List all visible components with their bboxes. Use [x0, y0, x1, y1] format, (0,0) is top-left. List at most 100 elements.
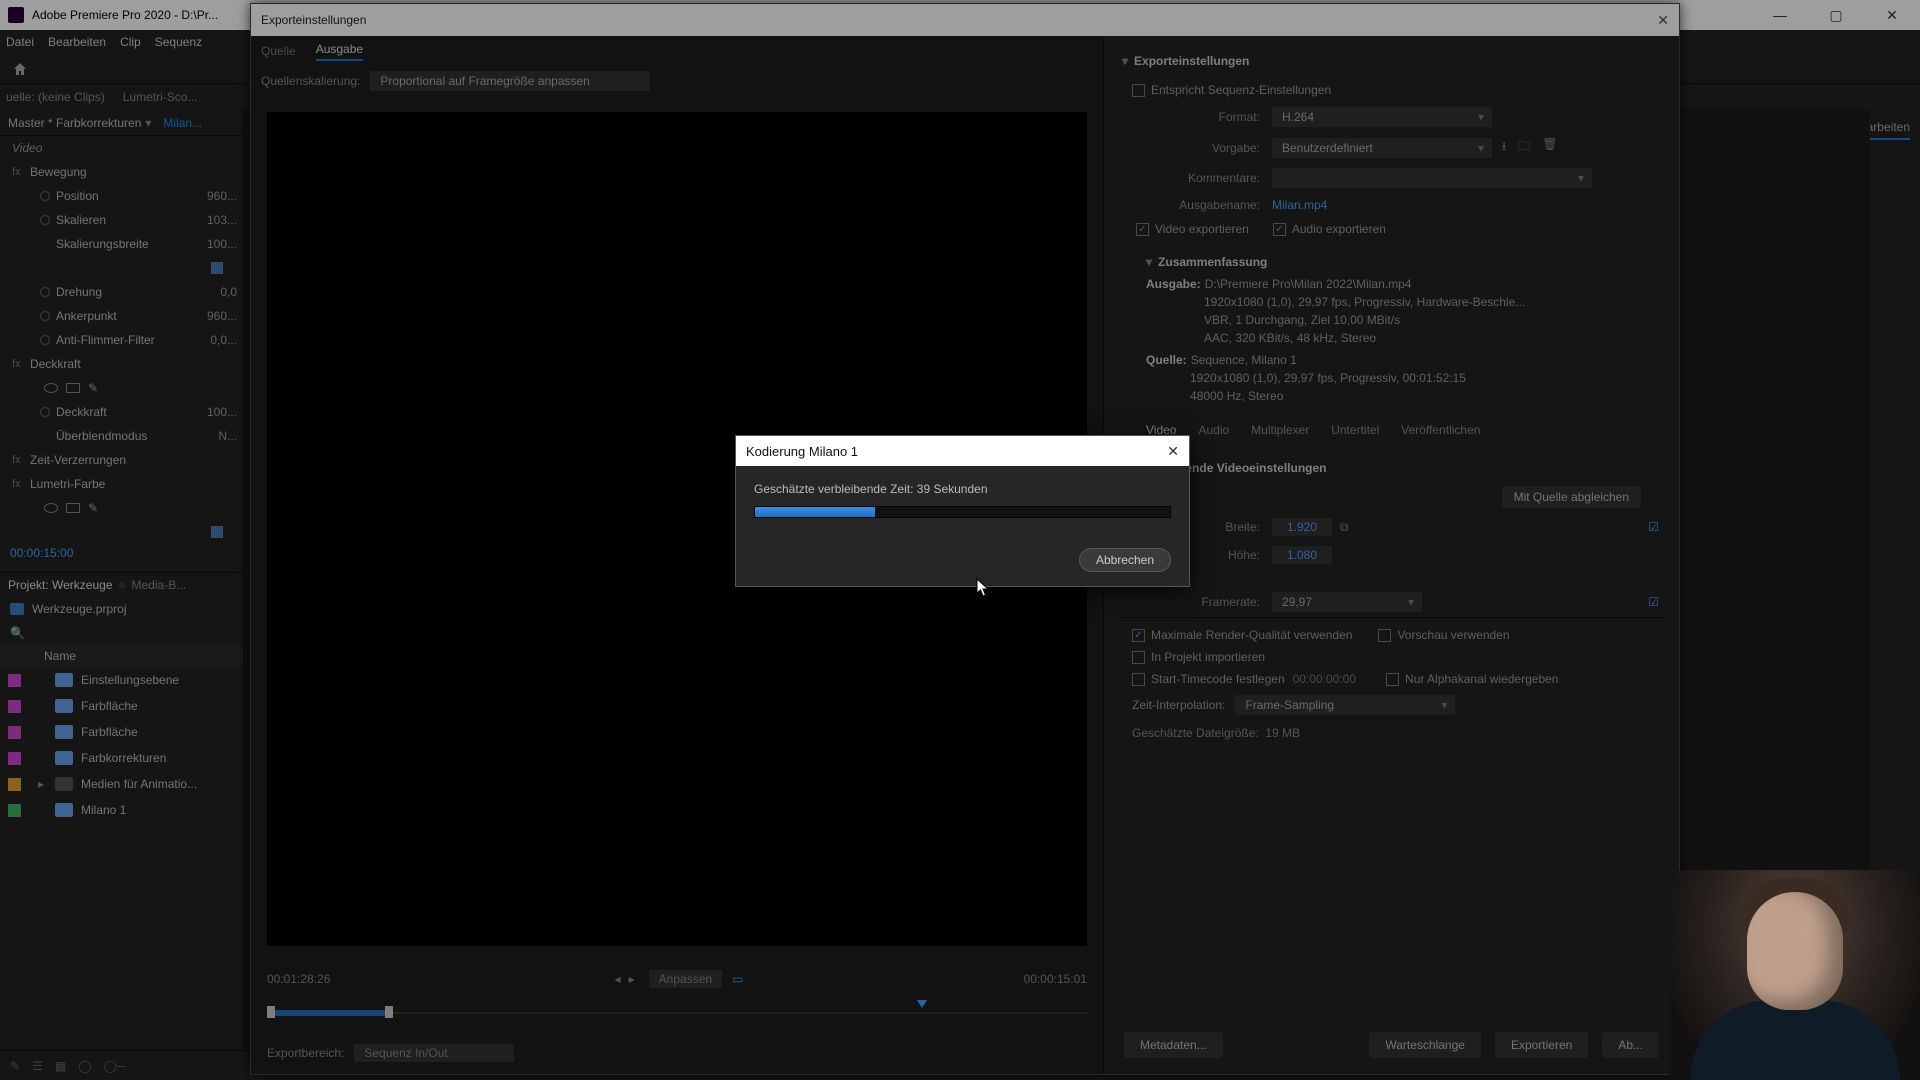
- keyframe-toggle-icon[interactable]: [40, 335, 50, 345]
- ec-rotation[interactable]: Drehung0,0: [0, 280, 243, 304]
- ec-uniform-scale[interactable]: [0, 256, 243, 280]
- project-item[interactable]: Farbfläche: [0, 693, 243, 719]
- tab-source[interactable]: uelle: (keine Clips): [6, 90, 105, 104]
- rect-mask-icon[interactable]: [66, 503, 80, 513]
- twirl-icon[interactable]: ▸: [35, 777, 47, 791]
- ec-lumetri[interactable]: fxLumetri-Farbe: [0, 472, 243, 496]
- tab-audio[interactable]: Audio: [1198, 423, 1229, 443]
- project-item[interactable]: Farbkorrekturen: [0, 745, 243, 771]
- starttc-check[interactable]: [1132, 673, 1145, 686]
- checkbox-icon[interactable]: [211, 526, 223, 538]
- ec-timecode[interactable]: 00:00:15:00: [10, 546, 73, 560]
- home-button[interactable]: [8, 57, 32, 81]
- pen-mask-icon[interactable]: ✎: [88, 381, 98, 395]
- ec-position[interactable]: Position960...: [0, 184, 243, 208]
- keyframe-toggle-icon[interactable]: [40, 191, 50, 201]
- close-icon[interactable]: ✕: [1167, 443, 1179, 460]
- menu-edit[interactable]: Bearbeiten: [48, 35, 106, 49]
- preview-check[interactable]: [1378, 629, 1391, 642]
- pen-mask-icon[interactable]: ✎: [88, 501, 98, 515]
- comments-input[interactable]: [1272, 168, 1592, 188]
- keyframe-toggle-icon[interactable]: [40, 407, 50, 417]
- tab-multiplexer[interactable]: Multiplexer: [1251, 423, 1309, 443]
- playhead-icon[interactable]: [917, 1000, 927, 1008]
- save-preset-icon[interactable]: ⭳: [1502, 137, 1506, 158]
- project-item[interactable]: ▸Medien für Animatio...: [0, 771, 243, 797]
- keyframe-toggle-icon[interactable]: [40, 215, 50, 225]
- step-back-icon[interactable]: ◂: [615, 972, 621, 986]
- link-icon[interactable]: ⧉: [1340, 520, 1349, 535]
- aspect-icon[interactable]: ▭: [732, 972, 743, 986]
- timecode-in[interactable]: 00:01:28:26: [267, 972, 330, 986]
- play-icon[interactable]: ▸: [629, 972, 635, 986]
- menu-file[interactable]: Datei: [6, 35, 34, 49]
- audio-export-check[interactable]: [1273, 223, 1286, 236]
- queue-button[interactable]: Warteschlange: [1369, 1032, 1481, 1058]
- alpha-check[interactable]: [1386, 673, 1399, 686]
- fit-select[interactable]: Anpassen: [649, 970, 722, 988]
- close-icon[interactable]: ✕: [1657, 12, 1669, 29]
- search-icon[interactable]: 🔍: [10, 626, 25, 640]
- menu-sequence[interactable]: Sequenz: [155, 35, 202, 49]
- tab-output-preview[interactable]: Ausgabe: [316, 42, 363, 61]
- ec-mask-tools[interactable]: ✎: [0, 376, 243, 400]
- in-handle[interactable]: [267, 1006, 275, 1018]
- project-item[interactable]: Farbfläche: [0, 719, 243, 745]
- project-item[interactable]: Einstellungsebene: [0, 667, 243, 693]
- height-input[interactable]: 1.080: [1272, 546, 1332, 564]
- ec-lumetri-toggle[interactable]: [0, 520, 243, 540]
- checkbox-icon[interactable]: [211, 262, 223, 274]
- tab-project[interactable]: Projekt: Werkzeuge: [8, 578, 113, 592]
- ellipse-mask-icon[interactable]: [44, 383, 58, 393]
- tab-publish[interactable]: Veröffentlichen: [1401, 423, 1480, 443]
- tool-icon[interactable]: ✎: [10, 1059, 20, 1073]
- window-minimize-button[interactable]: —: [1760, 7, 1800, 24]
- ec-anchor[interactable]: Ankerpunkt960...: [0, 304, 243, 328]
- tool-icon[interactable]: ▦: [55, 1059, 66, 1073]
- tool-icon[interactable]: ☰: [32, 1059, 43, 1073]
- chevron-down-icon[interactable]: ▾: [1122, 54, 1128, 68]
- ec-scale[interactable]: Skalieren103...: [0, 208, 243, 232]
- delete-preset-icon[interactable]: 🗑: [1542, 137, 1557, 158]
- video-export-check[interactable]: [1136, 223, 1149, 236]
- encoding-cancel-button[interactable]: Abbrechen: [1079, 548, 1171, 572]
- outputname-link[interactable]: Milan.mp4: [1272, 198, 1327, 212]
- tool-icon[interactable]: ◯: [78, 1059, 91, 1073]
- ec-master[interactable]: Master * Farbkorrekturen: [8, 116, 141, 130]
- cancel-button[interactable]: Ab...: [1602, 1032, 1659, 1058]
- tool-icon[interactable]: ◯─: [104, 1059, 126, 1073]
- ec-lumetri-masks[interactable]: ✎: [0, 496, 243, 520]
- export-button[interactable]: Exportieren: [1495, 1032, 1588, 1058]
- project-item[interactable]: Milano 1: [0, 797, 243, 823]
- rect-mask-icon[interactable]: [66, 383, 80, 393]
- tab-media-browser[interactable]: Media-B...: [132, 578, 187, 592]
- ec-scale-width[interactable]: Skalierungsbreite100...: [0, 232, 243, 256]
- ec-motion[interactable]: fxBewegung: [0, 160, 243, 184]
- format-select[interactable]: H.264: [1272, 107, 1492, 127]
- import-preset-icon[interactable]: 🗀: [1518, 137, 1530, 158]
- out-handle[interactable]: [385, 1006, 393, 1018]
- framerate-select[interactable]: 29,97: [1272, 592, 1422, 612]
- ec-blend[interactable]: ÜberblendmodusN...: [0, 424, 243, 448]
- window-maximize-button[interactable]: ▢: [1816, 7, 1856, 24]
- tab-lumetri[interactable]: Lumetri-Sco...: [123, 90, 198, 104]
- window-close-button[interactable]: ✕: [1872, 7, 1912, 24]
- ec-opacity[interactable]: Deckkraft100...: [0, 400, 243, 424]
- keyframe-toggle-icon[interactable]: [40, 287, 50, 297]
- menu-clip[interactable]: Clip: [120, 35, 141, 49]
- ec-opacity-group[interactable]: fxDeckkraft: [0, 352, 243, 376]
- chevron-down-icon[interactable]: ▾: [1146, 255, 1152, 269]
- scale-select[interactable]: Proportional auf Framegröße anpassen: [370, 71, 650, 91]
- timecode-out[interactable]: 00:00:15:01: [1024, 972, 1087, 986]
- ec-clip[interactable]: Milan...: [163, 116, 202, 130]
- match-sequence-check[interactable]: [1132, 84, 1145, 97]
- preview-timeline[interactable]: [267, 1000, 1087, 1028]
- width-input[interactable]: 1.920: [1272, 518, 1332, 536]
- interp-select[interactable]: Frame-Sampling: [1235, 695, 1455, 715]
- import-check[interactable]: [1132, 651, 1145, 664]
- metadata-button[interactable]: Metadaten...: [1124, 1032, 1223, 1058]
- match-check-icon[interactable]: ☑: [1648, 595, 1659, 609]
- tab-source-preview[interactable]: Quelle: [261, 44, 296, 58]
- max-quality-check[interactable]: [1132, 629, 1145, 642]
- ellipse-mask-icon[interactable]: [44, 503, 58, 513]
